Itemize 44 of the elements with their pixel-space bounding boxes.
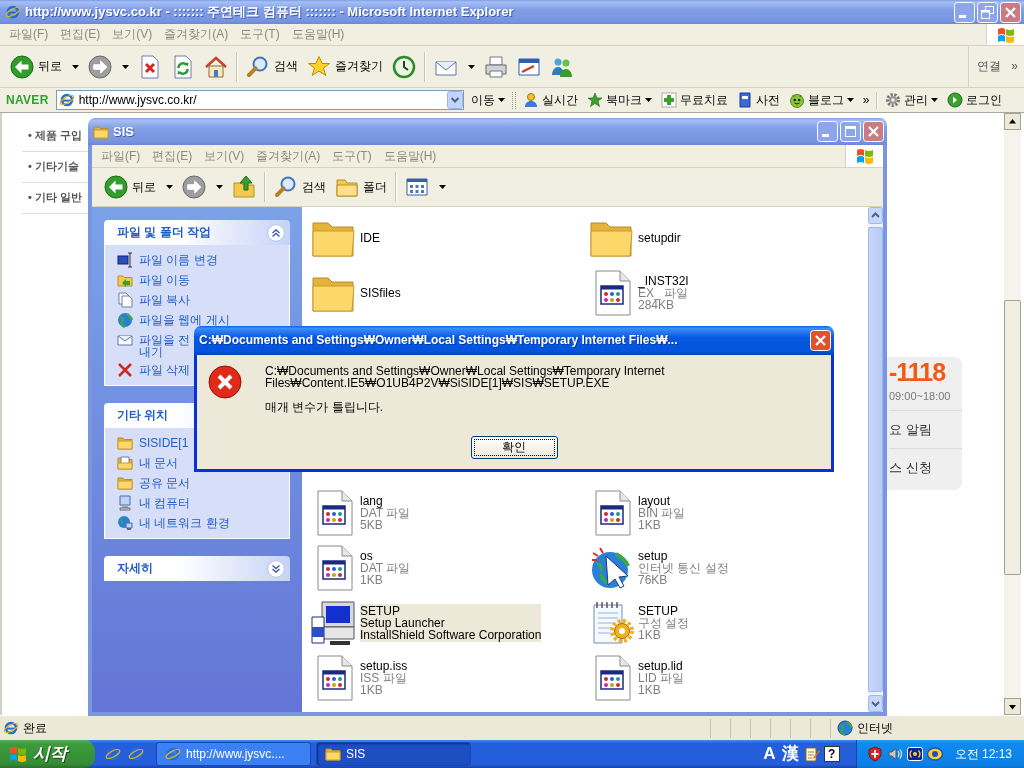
window-title: http://www.jysvc.co.kr - ::::::: 주연테크 컴퓨터 ::::::: - Microsoft Internet Explorer <box>25 4 515 20</box>
file-type: DAT 파일 <box>360 561 411 574</box>
file-detail: 1KB <box>360 573 384 586</box>
file-type: ISS 파일 <box>360 671 408 684</box>
error-message: 매개 변수가 틀립니다. <box>265 401 384 413</box>
file-detail: 76KB <box>638 573 668 586</box>
file-type: EX_ 파일 <box>638 286 689 299</box>
file-type: DAT 파일 <box>360 506 411 519</box>
file-detail: 5KB <box>360 518 384 531</box>
panel-title: 기타 위치 <box>117 408 170 423</box>
window-title: SIS <box>113 123 135 140</box>
file-type: 구성 설정 <box>638 616 690 629</box>
status-text: 완료 <box>23 720 47 736</box>
file-name: SETUP <box>360 604 401 617</box>
clock: 오전 12:13 <box>954 746 1012 762</box>
file-name: IDE <box>360 231 380 244</box>
file-name: setupdir <box>638 231 681 244</box>
file-type: LID 파일 <box>638 671 684 684</box>
file-type: Setup Launcher <box>360 616 446 629</box>
file-name: setup.lid <box>638 659 684 672</box>
address-text: http://www.jysvc.co.kr/ <box>78 92 198 108</box>
file-name: layout <box>638 494 672 507</box>
file-detail: InstallShield Software Corporation <box>360 628 542 641</box>
panel-title: 자세히 <box>117 561 154 576</box>
panel-title: 파일 및 폴더 작업 <box>117 225 212 240</box>
phone-number: -1118 <box>889 357 946 387</box>
zone-text: 인터넷 <box>857 720 893 736</box>
file-type: 인터넷 통신 설정 <box>638 561 729 574</box>
file-type: BIN 파일 <box>638 506 686 519</box>
file-detail: 1KB <box>638 628 662 641</box>
window-title: C:₩Documents and Settings₩Owner₩Local Settings₩Temporary Internet Files₩... <box>199 333 679 348</box>
file-name: SETUP <box>638 604 679 617</box>
file-name: _INST32I <box>638 274 689 287</box>
file-name: lang <box>360 494 384 507</box>
file-detail: 1KB <box>638 518 662 531</box>
file-detail: 284KB <box>638 298 675 311</box>
file-detail: 1KB <box>638 683 661 696</box>
error-path: C:₩Documents and Settings₩Owner₩Local Settings₩Temporary Internet Files₩Content.IE5₩O1UB4P2V₩SiSIDE[1]₩SIS₩SETUP.EXE <box>265 365 666 389</box>
file-name: setup.iss <box>360 659 408 672</box>
file-name: setup <box>638 549 668 562</box>
file-name: SISfiles <box>360 286 401 299</box>
file-detail: 1KB <box>360 683 383 696</box>
file-name: os <box>360 549 374 562</box>
business-hours: 09:00~18:00 <box>889 389 962 411</box>
